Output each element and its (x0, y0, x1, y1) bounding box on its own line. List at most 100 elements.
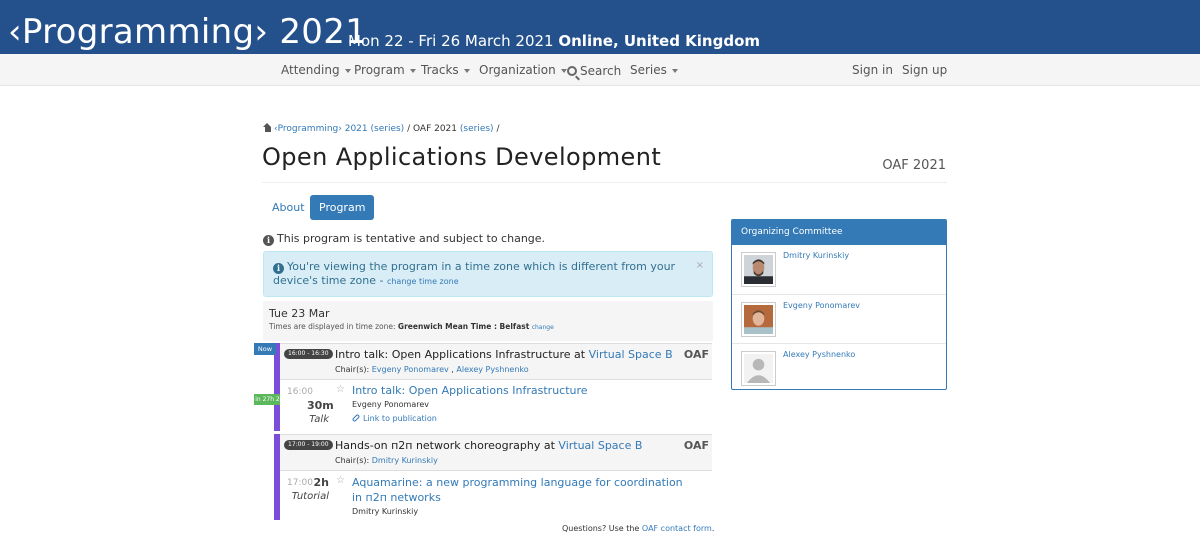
session-room-link[interactable]: Virtual Space B (589, 348, 673, 361)
nav-program[interactable]: Program (354, 63, 416, 77)
caret-down-icon (463, 68, 470, 73)
star-icon[interactable]: ☆ (336, 384, 345, 395)
tentative-text: This program is tentative and subject to… (277, 232, 546, 245)
timezone-prefix: Times are displayed in time zone: (269, 322, 396, 331)
chairs-label: Chair(s): (335, 365, 370, 374)
change-timezone-small-link[interactable]: change (532, 324, 554, 331)
caret-down-icon (671, 68, 678, 73)
avatar[interactable] (741, 351, 776, 386)
timezone-alert: i You're viewing the program in a time zo… (263, 251, 713, 297)
breadcrumb-track-series[interactable]: (series) (460, 124, 494, 134)
contact-form-link[interactable]: OAF contact form (642, 524, 712, 533)
event-type: Talk (309, 414, 329, 425)
avatar-photo (744, 255, 773, 284)
nav-organization-label: Organization (479, 63, 556, 77)
breadcrumb-conf[interactable]: ‹Programming› 2021 (274, 124, 368, 134)
committee-heading: Organizing Committee (732, 220, 946, 245)
chair-link[interactable]: Evgeny Ponomarev (372, 365, 449, 374)
nav-sign-up[interactable]: Sign up (902, 63, 947, 77)
session-row[interactable]: 17:00 - 19:00 Hands-on п2п network chore… (280, 434, 712, 470)
committee-member[interactable]: Evgeny Ponomarev (732, 294, 946, 343)
chair-link[interactable]: Dmitry Kurinskiy (372, 456, 438, 465)
session-title-text: Hands-on п2п network choreography at (335, 439, 555, 452)
day-date: Tue 23 Mar (269, 307, 330, 320)
nav-attending[interactable]: Attending (281, 63, 351, 77)
questions-note: Questions? Use the OAF contact form. (562, 524, 714, 533)
nav-sign-in[interactable]: Sign in (852, 63, 893, 77)
session-track: OAF (683, 348, 709, 361)
publication-link[interactable]: Link to publication (351, 413, 437, 423)
event-type: Tutorial (291, 491, 329, 502)
default-avatar-icon (744, 354, 773, 383)
questions-suffix: . (711, 524, 715, 533)
caret-down-icon (409, 68, 416, 73)
event-title-link[interactable]: Intro talk: Open Applications Infrastruc… (352, 384, 588, 397)
avatar[interactable] (741, 302, 776, 337)
day-header: Tue 23 Mar Times are displayed in time z… (263, 301, 713, 341)
committee-member-name[interactable]: Alexey Pyshnenko (783, 350, 855, 359)
breadcrumb-separator: / (407, 124, 411, 134)
session-title-text: Intro talk: Open Applications Infrastruc… (335, 348, 586, 361)
event-row[interactable]: 17:00 2h Tutorial ☆ Aquamarine: a new pr… (280, 470, 712, 520)
breadcrumb: ‹Programming› 2021 (series) / OAF 2021 (… (263, 123, 500, 134)
nav-search-label: Search (580, 64, 622, 78)
breadcrumb-track: OAF 2021 (412, 124, 458, 134)
chair-separator: , (451, 365, 454, 374)
avatar[interactable] (741, 252, 776, 287)
nav-series[interactable]: Series (630, 63, 678, 77)
event-title-link[interactable]: Aquamarine: a new programming language f… (352, 475, 692, 505)
avatar-photo (744, 305, 773, 334)
nav-series-label: Series (630, 63, 667, 77)
caret-down-icon (344, 68, 351, 73)
tab-program[interactable]: Program (310, 195, 375, 220)
tab-about[interactable]: About (262, 196, 315, 220)
star-icon[interactable]: ☆ (336, 475, 345, 486)
committee-member[interactable]: Alexey Pyshnenko (732, 343, 946, 389)
breadcrumb-separator: / (496, 124, 500, 134)
timezone-line: Times are displayed in time zone: Greenw… (269, 322, 707, 331)
session-time: 16:00 - 16:30 (284, 349, 333, 359)
committee-member[interactable]: Dmitry Kurinskiy (732, 245, 946, 294)
now-badge: Now (254, 343, 276, 355)
session-time: 17:00 - 19:00 (284, 440, 333, 450)
search-icon (567, 66, 577, 76)
page-title: Open Applications Development (262, 143, 662, 171)
session-track: OAF (683, 439, 709, 452)
organizing-committee-panel: Organizing Committee Dmitry Kurinskiy Ev… (731, 219, 947, 390)
session-room-link[interactable]: Virtual Space B (558, 439, 642, 452)
event-author: Evgeny Ponomarev (352, 400, 429, 409)
questions-prefix: Questions? Use the (562, 524, 640, 533)
event-duration: 2h (313, 476, 330, 489)
conference-title[interactable]: ‹Programming› 2021 (8, 12, 367, 52)
session-row[interactable]: 16:00 - 16:30 Intro talk: Open Applicati… (280, 343, 712, 379)
nav-attending-label: Attending (281, 63, 340, 77)
conference-dates: Mon 22 - Fri 26 March 2021 Online, Unite… (348, 32, 760, 50)
info-icon: i (263, 235, 274, 246)
navbar: Attending Program Tracks Organization Se… (0, 54, 1200, 86)
info-icon: i (273, 263, 284, 274)
nav-program-label: Program (354, 63, 405, 77)
nav-tracks[interactable]: Tracks (421, 63, 470, 77)
page-subtitle: OAF 2021 (882, 158, 946, 173)
session-title: Intro talk: Open Applications Infrastruc… (335, 348, 673, 361)
chairs-label: Chair(s): (335, 456, 370, 465)
top-banner: ‹Programming› 2021 Mon 22 - Fri 26 March… (0, 0, 1200, 54)
caret-down-icon (560, 68, 567, 73)
breadcrumb-series[interactable]: (series) (371, 124, 405, 134)
event-row[interactable]: 16:00 30m Talk ☆ Intro talk: Open Applic… (280, 379, 712, 433)
timezone-message: You're viewing the program in a time zon… (273, 260, 676, 287)
title-divider (262, 182, 947, 183)
change-timezone-link[interactable]: change time zone (387, 277, 459, 286)
nav-organization[interactable]: Organization (479, 63, 567, 77)
committee-member-name[interactable]: Dmitry Kurinskiy (783, 251, 849, 260)
nav-search[interactable]: Search (567, 64, 621, 78)
committee-member-name[interactable]: Evgeny Ponomarev (783, 301, 860, 310)
close-icon[interactable]: × (696, 259, 704, 273)
conference-location: Online, United Kingdom (558, 32, 761, 50)
event-author: Dmitry Kurinskiy (352, 507, 419, 516)
nav-tracks-label: Tracks (421, 63, 459, 77)
tentative-notice: i This program is tentative and subject t… (263, 232, 545, 246)
event-duration: 30m (307, 399, 334, 412)
chair-link[interactable]: Alexey Pyshnenko (456, 365, 528, 374)
home-icon[interactable] (263, 123, 272, 132)
